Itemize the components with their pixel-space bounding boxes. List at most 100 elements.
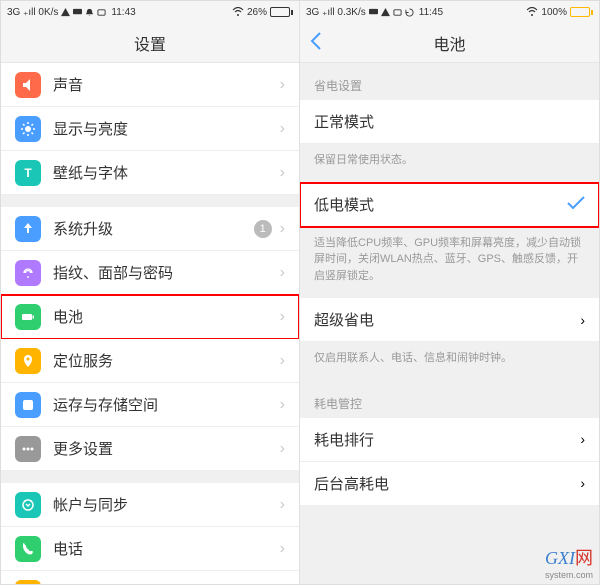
settings-item-label: 帐户与同步 xyxy=(53,494,280,515)
super-save-row[interactable]: 超级省电 › xyxy=(300,298,599,342)
svg-text:T: T xyxy=(24,166,32,180)
settings-item-contacts[interactable]: 联系人› xyxy=(1,571,299,584)
chevron-right-icon: › xyxy=(280,396,285,414)
settings-item-wallpaper[interactable]: T 壁纸与字体› xyxy=(1,151,299,195)
battery-icon xyxy=(15,304,41,330)
normal-mode-label: 正常模式 xyxy=(314,111,585,132)
time-text: 11:43 xyxy=(111,7,135,18)
chevron-right-icon: › xyxy=(580,475,585,491)
settings-item-label: 声音 xyxy=(53,74,280,95)
chat-icon xyxy=(73,8,82,17)
chat-icon xyxy=(369,8,378,17)
settings-item-label: 电池 xyxy=(53,306,280,327)
contacts-icon xyxy=(15,580,41,585)
sound-icon xyxy=(15,72,41,98)
super-save-desc: 仅启用联系人、电话、信息和闹钟时钟。 xyxy=(300,342,599,381)
settings-item-label: 运存与存储空间 xyxy=(53,394,280,415)
phone-battery: 3G ₊ıll 0.3K/s 11:45 100% 电池 省电设置 xyxy=(300,1,599,584)
phone-settings: 3G ₊ıll 0K/s 11:43 26% 设置 声音›显示与亮度›T壁纸与字… xyxy=(1,1,300,584)
more-icon xyxy=(15,436,41,462)
time-text: 11:45 xyxy=(419,7,443,18)
page-title: 电池 xyxy=(433,31,465,55)
battery-pct-text: 26% xyxy=(247,7,267,18)
low-power-mode-label: 低电模式 xyxy=(314,194,567,215)
settings-item-label: 定位服务 xyxy=(53,350,280,371)
watermark: GXI网 system.com xyxy=(545,544,593,580)
network-text: 3G ₊ıll 0K/s xyxy=(7,7,58,18)
wifi-icon xyxy=(232,7,244,17)
settings-item-label: 电话 xyxy=(53,538,280,559)
chevron-right-icon: › xyxy=(280,584,285,585)
settings-item-location[interactable]: 定位服务› xyxy=(1,339,299,383)
chevron-right-icon: › xyxy=(580,312,585,328)
low-power-mode-desc: 适当降低CPU频率、GPU频率和屏幕亮度，减少自动锁屏时间，关闭WLAN热点、蓝… xyxy=(300,227,599,299)
chevron-right-icon: › xyxy=(280,164,285,182)
warning-icon xyxy=(61,8,70,17)
settings-item-label: 壁纸与字体 xyxy=(53,162,280,183)
settings-item-label: 显示与亮度 xyxy=(53,118,280,139)
chevron-right-icon: › xyxy=(280,496,285,514)
chevron-right-icon: › xyxy=(280,308,285,326)
card-icon xyxy=(393,8,402,17)
battery-settings-list[interactable]: 省电设置 正常模式 保留日常使用状态。 低电模式 适当降低CPU频率、GPU频率… xyxy=(300,63,599,584)
chevron-right-icon: › xyxy=(580,431,585,447)
upgrade-icon xyxy=(15,216,41,242)
power-rank-row[interactable]: 耗电排行 › xyxy=(300,418,599,462)
settings-item-display[interactable]: 显示与亮度› xyxy=(1,107,299,151)
battery-icon xyxy=(270,7,293,17)
fingerprint-icon xyxy=(15,260,41,286)
normal-mode-row[interactable]: 正常模式 xyxy=(300,100,599,144)
display-icon xyxy=(15,116,41,142)
background-drain-row[interactable]: 后台高耗电 › xyxy=(300,462,599,506)
settings-item-label: 更多设置 xyxy=(53,438,280,459)
storage-icon xyxy=(15,392,41,418)
badge: 1 xyxy=(254,220,272,238)
low-power-mode-row[interactable]: 低电模式 xyxy=(300,183,599,227)
phone-icon xyxy=(15,536,41,562)
check-icon xyxy=(567,194,585,215)
bell-icon xyxy=(85,8,94,17)
account-icon xyxy=(15,492,41,518)
settings-item-account[interactable]: 帐户与同步› xyxy=(1,483,299,527)
settings-item-label: 系统升级 xyxy=(53,218,254,239)
section-powersave: 省电设置 xyxy=(300,63,599,100)
battery-pct-text: 100% xyxy=(541,7,567,18)
settings-item-sound[interactable]: 声音› xyxy=(1,63,299,107)
header-left: 设置 xyxy=(1,23,299,63)
header-right: 电池 xyxy=(300,23,599,63)
settings-item-fingerprint[interactable]: 指纹、面部与密码› xyxy=(1,251,299,295)
chevron-right-icon: › xyxy=(280,76,285,94)
chevron-right-icon: › xyxy=(280,440,285,458)
warning-icon xyxy=(381,8,390,17)
settings-item-label: 指纹、面部与密码 xyxy=(53,262,280,283)
settings-item-upgrade[interactable]: 系统升级1 › xyxy=(1,207,299,251)
wallpaper-icon: T xyxy=(15,160,41,186)
settings-item-battery[interactable]: 电池› xyxy=(1,295,299,339)
status-bar-left: 3G ₊ıll 0K/s 11:43 26% xyxy=(1,1,299,23)
status-bar-right: 3G ₊ıll 0.3K/s 11:45 100% xyxy=(300,1,599,23)
section-drain: 耗电管控 xyxy=(300,381,599,418)
back-button[interactable] xyxy=(310,30,322,56)
battery-icon xyxy=(570,7,593,17)
settings-item-label: 联系人 xyxy=(53,582,280,584)
settings-list[interactable]: 声音›显示与亮度›T壁纸与字体›系统升级1›指纹、面部与密码›电池›定位服务›运… xyxy=(1,63,299,584)
network-text: 3G ₊ıll 0.3K/s xyxy=(306,7,366,18)
super-save-label: 超级省电 xyxy=(314,309,580,330)
chevron-right-icon: › xyxy=(280,264,285,282)
chevron-left-icon xyxy=(310,32,322,50)
chevron-right-icon: › xyxy=(280,120,285,138)
card-icon xyxy=(97,8,106,17)
chevron-right-icon: › xyxy=(280,540,285,558)
settings-item-phone[interactable]: 电话› xyxy=(1,527,299,571)
normal-mode-desc: 保留日常使用状态。 xyxy=(300,144,599,183)
page-title: 设置 xyxy=(134,31,166,55)
chevron-right-icon: › xyxy=(280,220,285,238)
location-icon xyxy=(15,348,41,374)
settings-item-more[interactable]: 更多设置› xyxy=(1,427,299,471)
settings-item-storage[interactable]: 运存与存储空间› xyxy=(1,383,299,427)
background-drain-label: 后台高耗电 xyxy=(314,473,580,494)
chevron-right-icon: › xyxy=(280,352,285,370)
power-rank-label: 耗电排行 xyxy=(314,429,580,450)
wifi-icon xyxy=(526,7,538,17)
refresh-icon xyxy=(405,8,414,17)
